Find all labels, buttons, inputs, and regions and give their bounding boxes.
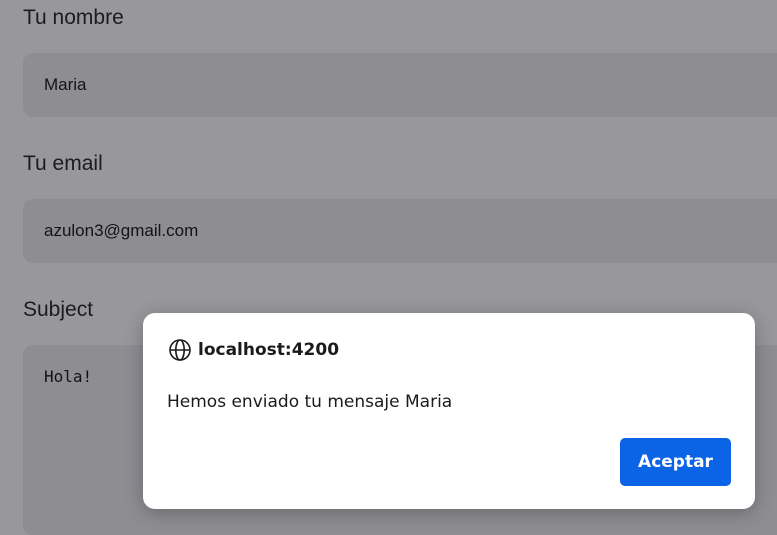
subject-label: Subject: [23, 298, 94, 321]
email-label: Tu email: [23, 152, 103, 175]
accept-button[interactable]: Aceptar: [620, 438, 731, 486]
email-field[interactable]: azulon3@gmail.com: [23, 199, 777, 263]
dialog-origin-text: localhost:4200: [198, 340, 340, 360]
alert-dialog: localhost:4200 Hemos enviado tu mensaje …: [143, 313, 755, 509]
name-field[interactable]: Maria: [23, 53, 777, 117]
dialog-message: Hemos enviado tu mensaje Maria: [167, 392, 453, 412]
globe-icon: [169, 339, 191, 361]
dialog-origin: localhost:4200: [168, 338, 339, 362]
name-label: Tu nombre: [23, 6, 124, 29]
